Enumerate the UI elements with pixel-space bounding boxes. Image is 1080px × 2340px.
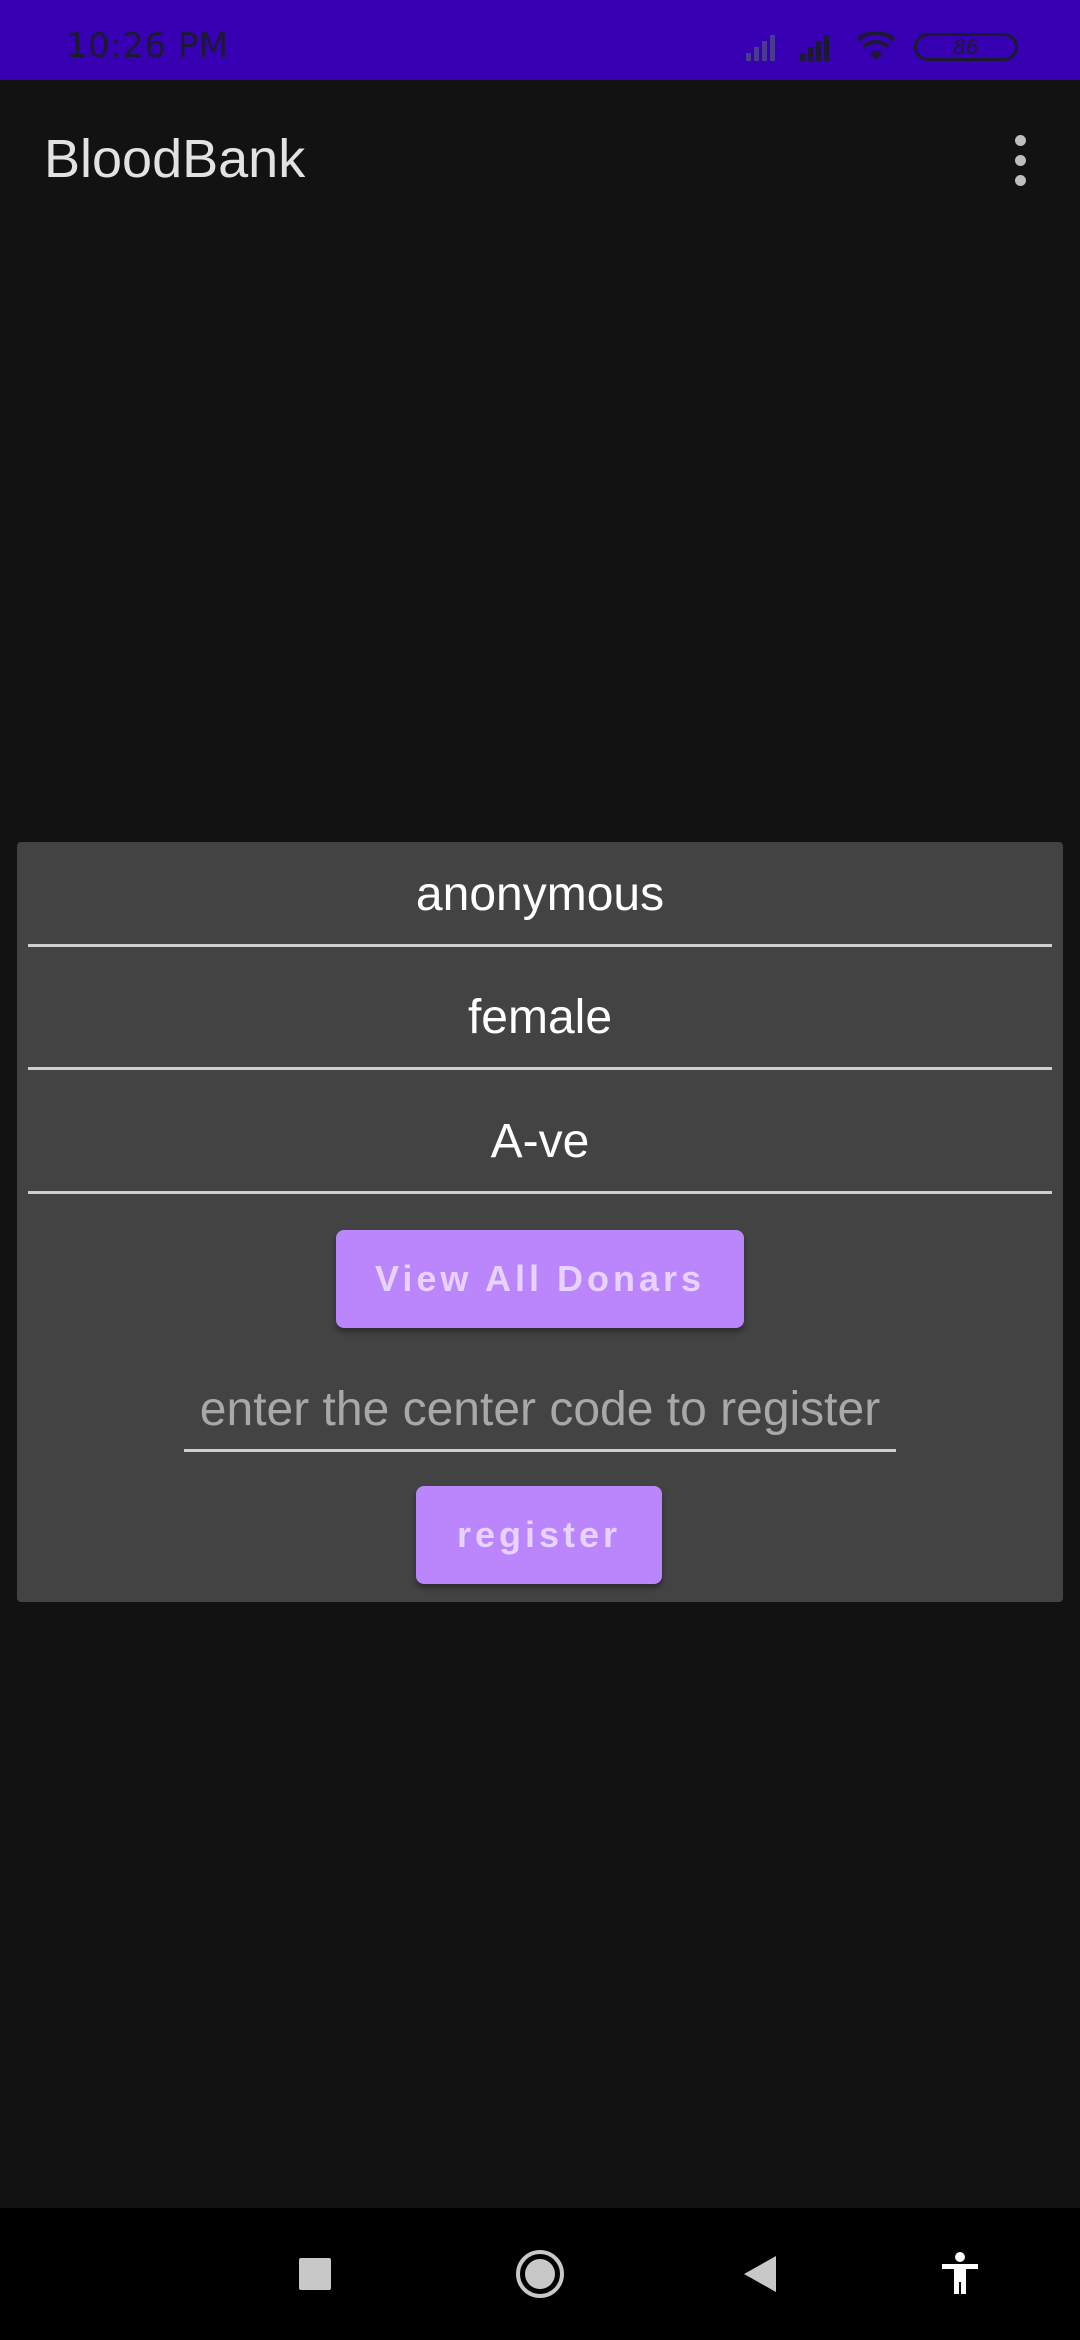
battery-icon: 86 <box>914 33 1018 61</box>
recents-icon[interactable] <box>265 2208 365 2340</box>
status-icons: 86 <box>744 30 1018 64</box>
center-code-input[interactable]: enter the center code to register <box>184 1372 896 1452</box>
wifi-icon <box>856 32 896 60</box>
navigation-bar <box>0 2208 1080 2340</box>
register-button[interactable]: register <box>416 1486 662 1584</box>
donor-name-field[interactable]: anonymous <box>28 847 1052 947</box>
status-bar: 10:26 PM 86 <box>0 0 1080 80</box>
signal-weak-icon <box>746 35 775 61</box>
donor-card: anonymous female A-ve View All Donars en… <box>17 842 1063 1602</box>
status-time: 10:26 PM <box>66 26 229 66</box>
home-icon[interactable] <box>490 2208 590 2340</box>
accessibility-icon[interactable] <box>910 2208 1010 2340</box>
app-bar: BloodBank <box>0 80 1080 240</box>
signal-icon <box>800 35 829 61</box>
donor-gender-field[interactable]: female <box>28 970 1052 1070</box>
battery-level: 86 <box>953 35 979 59</box>
view-all-donors-button[interactable]: View All Donars <box>336 1230 744 1328</box>
more-vert-icon[interactable] <box>990 124 1050 196</box>
back-icon[interactable] <box>710 2208 810 2340</box>
donor-blood-group-field[interactable]: A-ve <box>28 1094 1052 1194</box>
app-title: BloodBank <box>44 129 306 189</box>
